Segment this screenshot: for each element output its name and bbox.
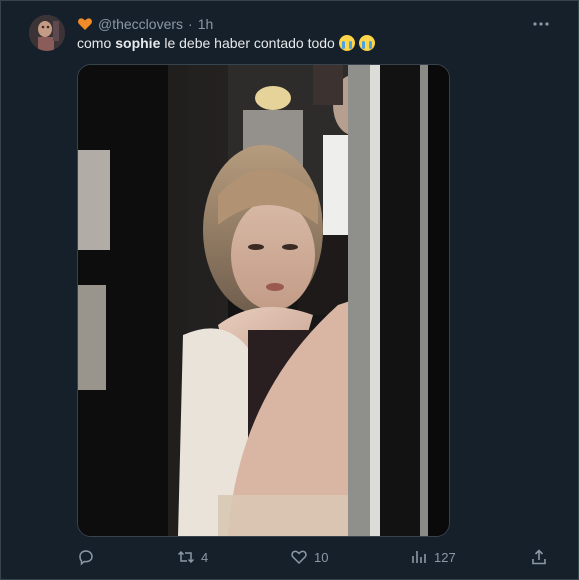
like-icon: [291, 550, 307, 565]
crying-emoji-icon: [338, 35, 355, 51]
photo-image: [78, 65, 449, 536]
heart-icon: [77, 16, 93, 32]
tweet-text-end: le debe haber contado todo: [164, 35, 335, 51]
share-icon: [532, 549, 546, 565]
share-button[interactable]: [530, 548, 548, 566]
separator: ·: [188, 16, 193, 32]
tweet-text: como sophie le debe haber contado todo: [77, 35, 375, 51]
view-count: 127: [434, 549, 456, 565]
timestamp[interactable]: 1h: [198, 16, 214, 32]
like-button[interactable]: 10: [290, 548, 328, 566]
tweet-photo[interactable]: [77, 64, 450, 537]
crying-emoji-icon: [358, 35, 375, 51]
user-handle[interactable]: @thecclovers: [98, 16, 183, 32]
more-icon[interactable]: [531, 14, 551, 34]
tweet-header: @thecclovers · 1h: [77, 14, 213, 34]
avatar[interactable]: [29, 15, 65, 51]
retweet-button[interactable]: 4: [177, 548, 208, 566]
retweet-icon: [177, 550, 195, 564]
reply-button[interactable]: [77, 548, 101, 566]
tweet-text-bold: sophie: [115, 35, 161, 51]
reply-icon: [79, 550, 93, 566]
views-icon: [412, 551, 426, 563]
tweet-text-start: como: [77, 35, 112, 51]
retweet-count: 4: [201, 549, 209, 565]
avatar-image: [29, 15, 65, 51]
like-count: 10: [314, 549, 329, 565]
tweet-actions: 4 10 127: [0, 545, 579, 569]
views-button[interactable]: 127: [410, 548, 456, 566]
